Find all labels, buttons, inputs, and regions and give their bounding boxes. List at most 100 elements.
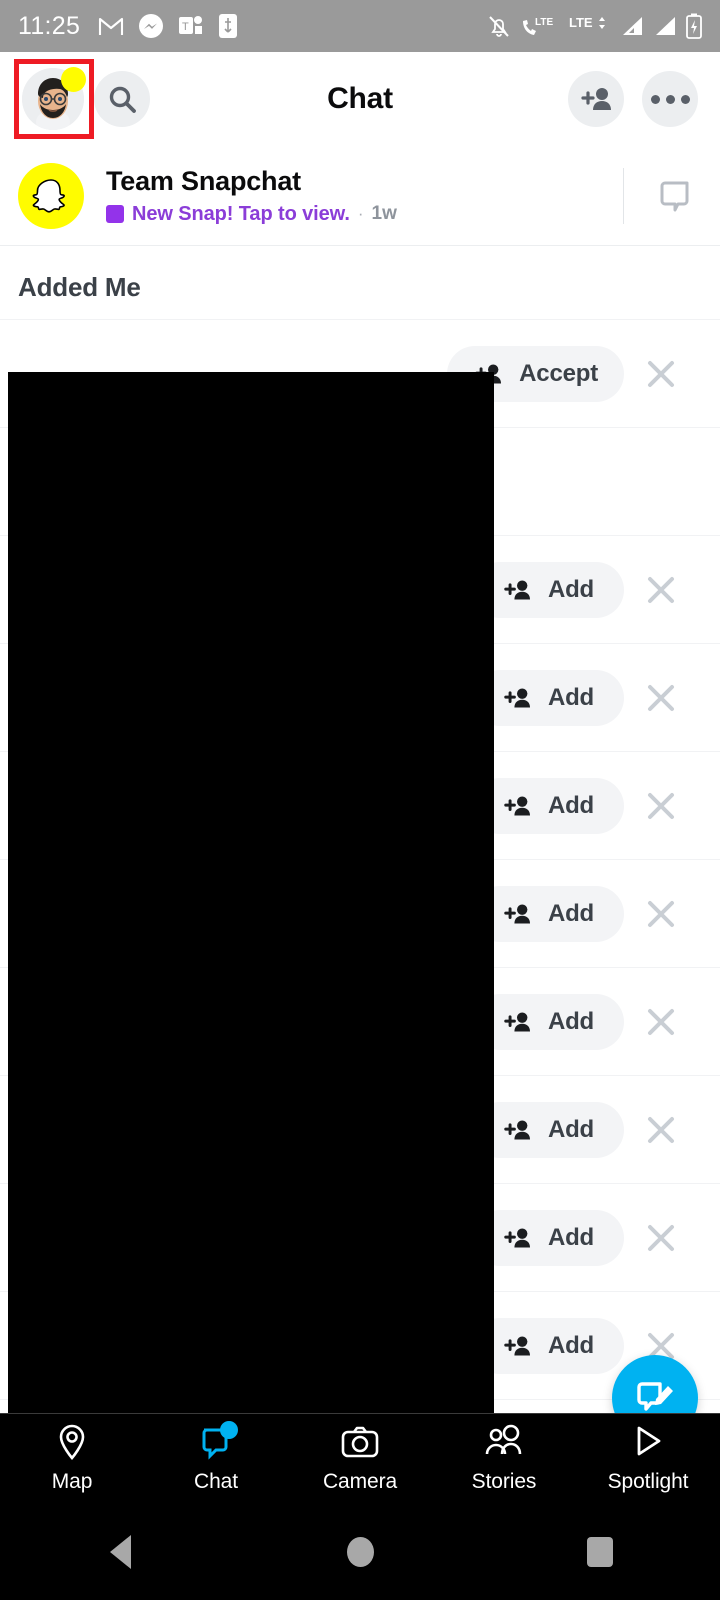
new-snap-square-icon <box>106 205 124 223</box>
dismiss-button[interactable] <box>624 1114 698 1146</box>
add-friend-icon <box>504 1119 530 1140</box>
app-header: Chat <box>0 52 720 146</box>
add-button[interactable]: Add <box>472 1209 624 1266</box>
add-label: Add <box>547 1007 595 1035</box>
avatar[interactable] <box>18 162 84 229</box>
chat-item-status: New Snap! Tap to view. <box>132 202 350 225</box>
back-triangle-icon <box>109 1534 131 1569</box>
chat-bubble-button[interactable] <box>650 174 702 218</box>
chat-item-subtitle: New Snap! Tap to view. · 1w <box>106 203 617 226</box>
close-icon <box>648 792 674 819</box>
svg-text:LTE: LTE <box>535 17 553 28</box>
add-button[interactable]: Add <box>472 1101 624 1158</box>
bottom-navigation: Map Chat Camera Stories Spotlight <box>0 1413 720 1503</box>
nav-label-stories: Stories <box>471 1470 537 1493</box>
nav-item-camera[interactable]: Camera <box>288 1423 432 1494</box>
new-chat-icon <box>637 1382 673 1411</box>
stories-people-icon <box>483 1423 525 1461</box>
status-system-icons: LTE LTE <box>487 13 702 39</box>
home-circle-icon <box>346 1536 374 1567</box>
status-time: 11:25 <box>18 11 81 40</box>
nav-item-spotlight[interactable]: Spotlight <box>576 1423 720 1494</box>
focus-highlight <box>14 59 94 139</box>
add-label: Add <box>547 791 595 819</box>
usb-icon <box>219 14 238 38</box>
chat-list-item-team-snapchat[interactable]: Team Snapchat New Snap! Tap to view. · 1… <box>0 146 720 246</box>
search-button[interactable] <box>94 71 150 127</box>
recents-square-icon <box>587 1536 613 1567</box>
add-button[interactable]: Add <box>472 1317 624 1374</box>
more-options-icon <box>650 94 690 104</box>
svg-text:LTE: LTE <box>569 15 593 30</box>
signal-bars-icon-2 <box>656 17 675 35</box>
dismiss-button[interactable] <box>624 790 698 822</box>
close-icon <box>648 1224 674 1251</box>
close-icon <box>648 684 674 711</box>
status-bar: 11:25 T LTE LTE <box>0 0 720 52</box>
nav-label-spotlight: Spotlight <box>607 1470 689 1493</box>
add-friend-icon <box>504 579 530 600</box>
home-button[interactable] <box>240 1536 480 1567</box>
volte-lte-icon: LTE <box>523 17 553 35</box>
add-button[interactable]: Add <box>472 669 624 726</box>
redaction-overlay <box>8 372 494 1413</box>
add-label: Add <box>547 1115 595 1143</box>
close-icon <box>648 1008 674 1035</box>
spotlight-play-icon <box>631 1423 665 1461</box>
chat-item-name: Team Snapchat <box>106 165 301 196</box>
chat-bubble-icon <box>660 181 689 211</box>
chat-item-separator: · <box>357 204 364 223</box>
dismiss-button[interactable] <box>624 1006 698 1038</box>
chat-unread-badge <box>220 1421 238 1439</box>
dismiss-button[interactable] <box>624 898 698 930</box>
close-icon <box>648 360 674 387</box>
accept-label: Accept <box>519 359 598 387</box>
teams-icon: T <box>179 16 203 34</box>
add-friend-icon <box>504 795 530 816</box>
dismiss-button[interactable] <box>624 682 698 714</box>
close-icon <box>648 576 674 603</box>
snapchat-app: Chat Team Snapchat New Snap! Tap to view… <box>0 52 720 1413</box>
add-friend-icon <box>504 903 530 924</box>
svg-text:T: T <box>182 21 189 33</box>
nav-label-map: Map <box>51 1470 93 1493</box>
map-pin-icon <box>55 1423 89 1461</box>
nav-item-stories[interactable]: Stories <box>432 1423 576 1494</box>
recents-button[interactable] <box>480 1536 720 1567</box>
chat-item-time: 1w <box>371 203 397 224</box>
system-navigation-bar <box>0 1503 720 1600</box>
back-button[interactable] <box>0 1534 240 1569</box>
add-button[interactable]: Add <box>472 885 624 942</box>
dismiss-button[interactable] <box>624 574 698 606</box>
add-button[interactable]: Add <box>472 777 624 834</box>
add-friend-icon <box>504 1227 530 1248</box>
add-label: Add <box>547 899 595 927</box>
dismiss-button[interactable] <box>624 1222 698 1254</box>
add-label: Add <box>547 575 595 603</box>
messenger-icon <box>139 14 164 38</box>
search-icon <box>109 86 136 113</box>
add-button[interactable]: Add <box>472 993 624 1050</box>
add-friend-button[interactable] <box>568 71 624 127</box>
nav-item-chat[interactable]: Chat <box>144 1421 288 1494</box>
more-options-button[interactable] <box>642 71 698 127</box>
close-icon <box>648 900 674 927</box>
nav-label-camera: Camera <box>322 1470 398 1493</box>
chat-item-text: Team Snapchat New Snap! Tap to view. · 1… <box>106 166 617 226</box>
section-title-added-me: Added Me <box>18 272 141 302</box>
close-icon <box>648 1116 674 1143</box>
dismiss-button[interactable] <box>624 358 698 390</box>
profile-avatar-button[interactable] <box>14 59 94 139</box>
battery-charging-icon <box>686 13 702 39</box>
lte-data-icon: LTE <box>569 15 605 30</box>
add-friend-icon <box>504 1011 530 1032</box>
gmail-icon <box>99 17 124 35</box>
header-actions <box>568 71 698 127</box>
notifications-muted-icon <box>489 15 509 37</box>
add-button[interactable]: Add <box>472 561 624 618</box>
signal-bars-icon-1 <box>623 17 642 35</box>
camera-icon <box>340 1423 380 1461</box>
add-friend-icon <box>504 687 530 708</box>
nav-item-map[interactable]: Map <box>0 1423 144 1494</box>
status-notification-icons: T <box>98 13 238 39</box>
